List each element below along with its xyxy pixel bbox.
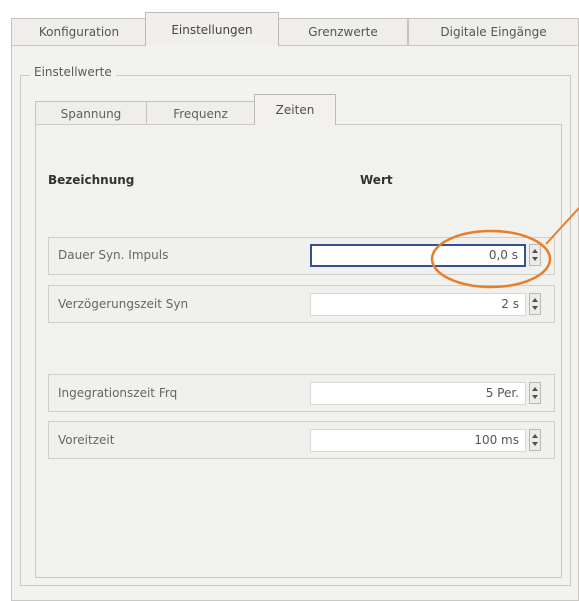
tab-grenzwerte[interactable]: Grenzwerte [278, 18, 408, 45]
tab-frequenz[interactable]: Frequenz [146, 101, 255, 125]
spin-down-icon[interactable] [532, 257, 538, 261]
value-spinner[interactable] [529, 244, 541, 266]
value-input[interactable]: 5 Per. [310, 382, 526, 405]
zeiten-panel [35, 124, 562, 578]
setting-label: Voreitzeit [58, 433, 115, 447]
value-input[interactable]: 100 ms [310, 429, 526, 452]
value-spinner[interactable] [529, 293, 541, 315]
setting-label: Dauer Syn. Impuls [58, 248, 169, 262]
setting-label: Verzögerungszeit Syn [58, 297, 189, 311]
value-spinner[interactable] [529, 382, 541, 404]
tab-einstellungen[interactable]: Einstellungen [145, 12, 279, 46]
value-input[interactable]: 0,0 s [310, 244, 526, 267]
spin-up-icon[interactable] [532, 387, 538, 391]
tab-konfiguration[interactable]: Konfiguration [11, 18, 147, 45]
spin-down-icon[interactable] [532, 306, 538, 310]
tab-digitale-eingaenge[interactable]: Digitale Eingänge [408, 18, 579, 45]
setting-label: Ingegrationszeit Frq [58, 386, 178, 400]
spin-down-icon[interactable] [532, 395, 538, 399]
column-header-value: Wert [360, 173, 393, 187]
spin-up-icon[interactable] [532, 434, 538, 438]
column-header-name: Bezeichnung [48, 173, 135, 187]
spin-up-icon[interactable] [532, 249, 538, 253]
value-input[interactable]: 2 s [310, 293, 526, 316]
tab-zeiten[interactable]: Zeiten [254, 94, 336, 125]
spin-down-icon[interactable] [532, 442, 538, 446]
group-title: Einstellwerte [30, 65, 116, 79]
value-spinner[interactable] [529, 429, 541, 451]
top-tab-strip: Konfiguration Einstellungen Grenzwerte D… [0, 0, 579, 46]
spin-up-icon[interactable] [532, 298, 538, 302]
tab-spannung[interactable]: Spannung [35, 101, 147, 125]
